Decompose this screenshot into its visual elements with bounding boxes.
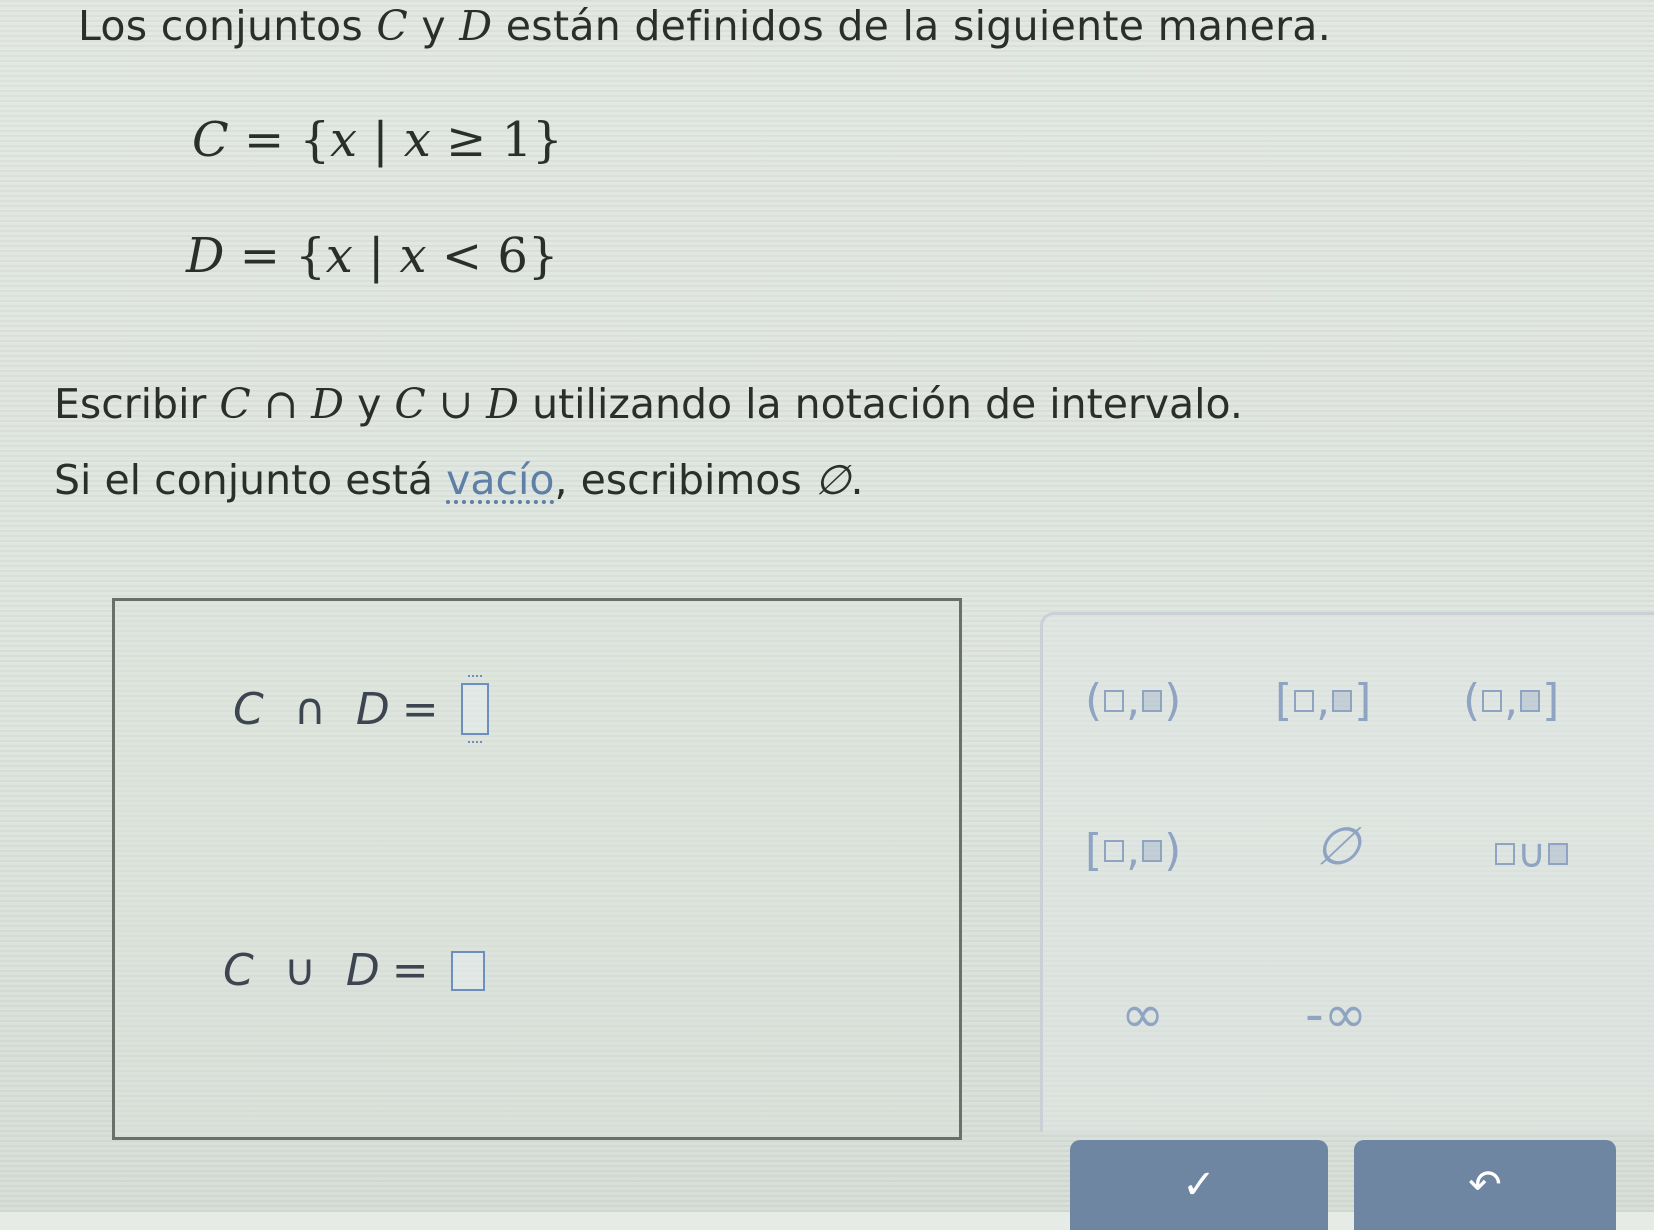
placeholder-square-icon bbox=[1104, 689, 1125, 712]
set-d-close-brace: } bbox=[527, 228, 559, 284]
empty-set-icon: ∅ bbox=[1315, 817, 1361, 877]
comma-glyph: , bbox=[1126, 675, 1141, 726]
open-paren-glyph: ( bbox=[1463, 675, 1481, 726]
undo-icon: ↶ bbox=[1468, 1162, 1502, 1208]
close-bracket-glyph: ] bbox=[1354, 675, 1372, 726]
instr2-text-end: . bbox=[850, 456, 864, 504]
empty-set-button[interactable]: ∅ bbox=[1315, 817, 1360, 877]
set-c-equals: = bbox=[228, 112, 300, 168]
union-label: C ∪ D bbox=[223, 945, 388, 996]
set-d-condition: < 6 bbox=[426, 228, 528, 284]
set-c-condition: ≥ 1 bbox=[430, 112, 533, 168]
negative-infinity-icon: -∞ bbox=[1305, 985, 1368, 1045]
open-bracket-glyph: [ bbox=[1275, 675, 1293, 726]
intro-var-c: C bbox=[376, 2, 408, 50]
set-c-var: x bbox=[330, 112, 358, 168]
open-interval-button[interactable]: (,) bbox=[1085, 675, 1181, 726]
intersection-equals: = bbox=[401, 683, 439, 735]
instr2-text-start: Si el conjunto está bbox=[54, 456, 447, 504]
instr1-text-end: utilizando la notación de intervalo. bbox=[519, 380, 1243, 428]
open-bracket-glyph: [ bbox=[1085, 825, 1103, 876]
instruction-interval: Escribir C ∩ D y C ∪ D utilizando la not… bbox=[54, 380, 1243, 428]
union-icon: ∪ bbox=[1517, 831, 1547, 877]
comma-glyph: , bbox=[1126, 825, 1141, 876]
set-d-name: D bbox=[186, 228, 225, 284]
checkmark-icon: ✓ bbox=[1182, 1162, 1216, 1208]
problem-intro: Los conjuntos C y D están definidos de l… bbox=[78, 2, 1331, 50]
page: Los conjuntos C y D están definidos de l… bbox=[0, 0, 1654, 1230]
set-d-definition: D = {x | x < 6} bbox=[186, 228, 558, 284]
set-c-name: C bbox=[192, 112, 229, 168]
close-paren-glyph: ) bbox=[1164, 675, 1182, 726]
infinity-icon: ∞ bbox=[1121, 985, 1165, 1045]
set-c-open-brace: { bbox=[299, 112, 331, 168]
set-c-close-brace: } bbox=[532, 112, 563, 168]
empty-set-symbol: ∅ bbox=[814, 456, 851, 504]
comma-glyph: , bbox=[1504, 675, 1519, 726]
placeholder-square-icon bbox=[1104, 839, 1125, 862]
union-button[interactable]: ∪ bbox=[1493, 831, 1570, 877]
intro-var-d: D bbox=[459, 2, 493, 50]
instruction-empty-set: Si el conjunto está vacío, escribimos ∅. bbox=[54, 456, 864, 504]
right-open-interval-button[interactable]: [,) bbox=[1085, 825, 1181, 876]
closed-interval-button[interactable]: [,] bbox=[1275, 675, 1371, 726]
intersection-answer-input[interactable] bbox=[460, 675, 489, 743]
symbol-palette: (,) [,] (,] [,) ∅ ∪ ∞ -∞ bbox=[1040, 612, 1654, 1132]
instr1-text-start: Escribir bbox=[54, 380, 220, 428]
infinity-button[interactable]: ∞ bbox=[1121, 985, 1164, 1045]
placeholder-square-icon bbox=[1520, 689, 1541, 712]
placeholder-square-icon bbox=[1142, 689, 1163, 712]
undo-button[interactable]: ↶ bbox=[1354, 1140, 1616, 1230]
placeholder-square-icon bbox=[1548, 843, 1569, 865]
set-d-open-brace: { bbox=[295, 228, 326, 284]
empty-set-definition-link[interactable]: vacío bbox=[446, 456, 554, 504]
set-c-definition: C = {x | x ≥ 1} bbox=[192, 112, 563, 168]
set-d-bar: | bbox=[352, 228, 400, 284]
intro-text-end: están definidos de la siguiente manera. bbox=[492, 2, 1332, 50]
union-answer-row: C ∪ D = bbox=[223, 945, 485, 996]
set-c-bar: | bbox=[357, 112, 404, 168]
instr1-union-expr: C ∪ D bbox=[394, 380, 520, 428]
negative-infinity-button[interactable]: -∞ bbox=[1305, 985, 1367, 1045]
set-c-cond-var: x bbox=[403, 112, 431, 168]
placeholder-square-icon bbox=[1495, 843, 1515, 865]
placeholder-square-icon bbox=[1332, 689, 1353, 712]
instr1-intersection-expr: C ∩ D bbox=[219, 380, 345, 428]
answer-panel: C ∩ D = C ∪ D = bbox=[112, 598, 962, 1140]
set-d-var: x bbox=[325, 228, 353, 284]
intro-text-and: y bbox=[408, 2, 460, 50]
close-paren-glyph: ) bbox=[1164, 825, 1182, 876]
placeholder-square-icon bbox=[1294, 689, 1315, 712]
union-answer-input[interactable] bbox=[450, 950, 485, 991]
intro-text-start: Los conjuntos bbox=[78, 2, 377, 50]
comma-glyph: , bbox=[1316, 675, 1331, 726]
placeholder-square-icon bbox=[1142, 839, 1163, 862]
instr1-text-and: y bbox=[344, 380, 395, 428]
intersection-answer-row: C ∩ D = bbox=[233, 675, 489, 743]
union-equals: = bbox=[391, 945, 429, 996]
check-answer-button[interactable]: ✓ bbox=[1070, 1140, 1328, 1230]
open-paren-glyph: ( bbox=[1085, 675, 1103, 726]
intersection-label: C ∩ D bbox=[233, 683, 398, 735]
set-d-equals: = bbox=[224, 228, 296, 284]
placeholder-square-icon bbox=[1482, 689, 1503, 712]
instr2-text-mid: , escribimos bbox=[554, 456, 815, 504]
left-open-interval-button[interactable]: (,] bbox=[1463, 675, 1559, 726]
close-bracket-glyph: ] bbox=[1542, 675, 1560, 726]
set-d-cond-var: x bbox=[399, 228, 427, 284]
